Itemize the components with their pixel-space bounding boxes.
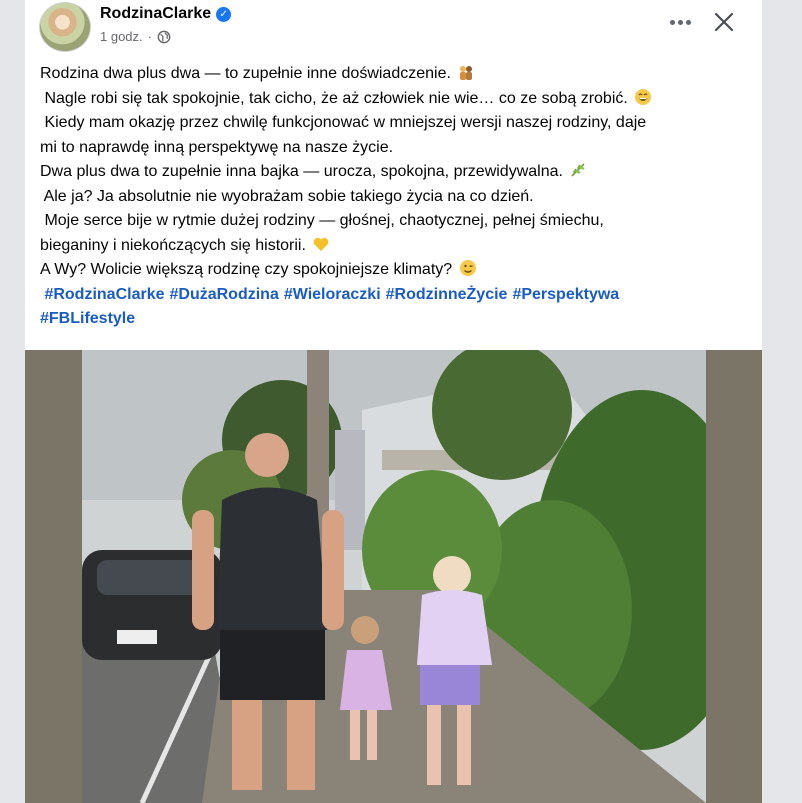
verified-badge-icon: ✓ [216,6,232,22]
post-line: Rodzina dwa plus dwa — to zupełnie inne … [40,62,752,87]
post-photo-frame [25,350,762,803]
globe-icon[interactable] [157,30,171,44]
hashtag-link[interactable]: #Perspektywa [512,286,619,303]
family-emoji [460,66,473,80]
post-header: RodzinaClarke ✓ 1 godz. · [25,0,762,56]
herb-emoji [571,163,585,177]
post-timestamp[interactable]: 1 godz. [100,29,143,44]
winking-emoji [459,260,476,276]
hashtag-link[interactable]: #RodzinaClarke [44,286,164,303]
author-row: RodzinaClarke ✓ [100,4,232,24]
hashtag-link[interactable]: #FBLifestyle [40,310,135,327]
hashtag-link[interactable]: #RodzinneŻycie [386,286,508,303]
post-line: A Wy? Wolicie większą rodzinę czy spokoj… [40,258,752,283]
post-meta: 1 godz. · [100,29,171,44]
post-photo[interactable] [82,350,706,803]
post-line: Ale ja? Ja absolutnie nie wyobrażam sobi… [40,187,534,205]
post-line: bieganiny i niekończących się historii. [40,234,752,259]
close-icon[interactable] [710,8,738,36]
post-line: Kiedy mam okazję przez chwilę funkcjonow… [40,114,647,131]
hashtag-list: #RodzinaClarke #DużaRodzina #Wieloraczki #R… [40,283,752,332]
hashtag-link[interactable]: #DużaRodzina [170,286,279,303]
post-line: Nagle robi się tak spokojnie, tak cicho,… [40,87,752,112]
author-name[interactable]: RodzinaClarke [100,5,211,23]
post-text: Rodzina dwa plus dwa — to zupełnie inne … [40,62,752,332]
grinning-emoji [635,88,652,105]
yellow-heart-emoji [314,237,329,251]
hashtag-link[interactable]: #Wieloraczki [284,286,381,303]
post-card: RodzinaClarke ✓ 1 godz. · Rodzina dwa pl… [25,0,762,803]
post-line: mi to naprawdę inną perspektywę na nasze… [40,138,394,156]
post-line: Moje serce bije w rytmie dużej rodziny —… [40,212,604,229]
more-options-icon[interactable] [665,10,695,34]
meta-separator: · [147,29,152,44]
post-line: Dwa plus dwa to zupełnie inna bajka — ur… [40,160,752,185]
author-avatar[interactable] [39,2,91,52]
